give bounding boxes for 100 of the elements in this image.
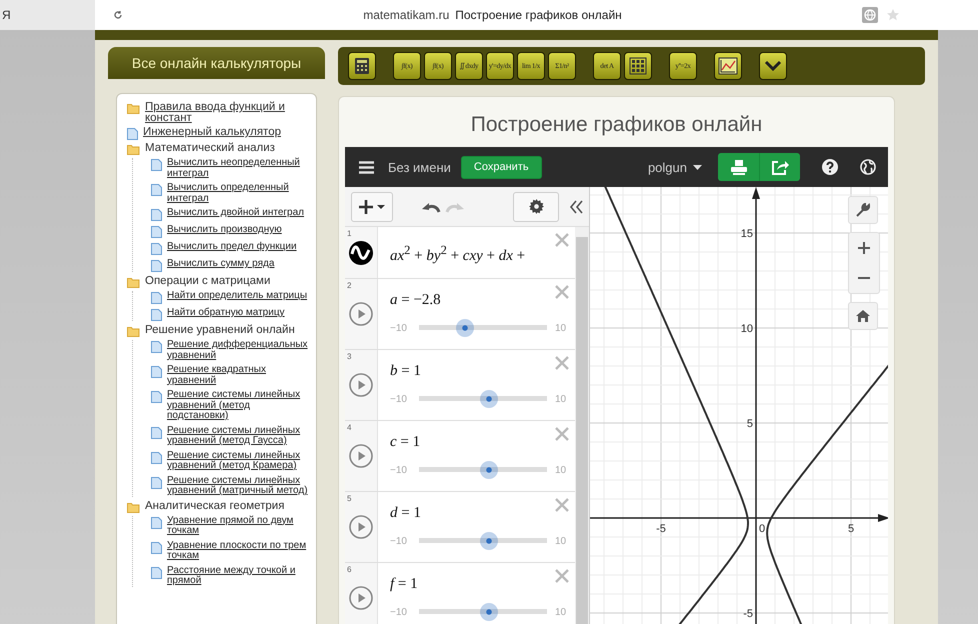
tick-label: 15 [740,228,753,240]
tick-label: 5 [746,418,753,430]
sidebar-category: Решение уравнений онлайн [145,325,295,336]
calculator-button[interactable] [348,52,376,80]
sidebar-link[interactable]: Правила ввода функций и констант [145,102,310,124]
sidebar-link[interactable]: Вычислить сумму ряда [167,259,274,270]
address-bar[interactable]: matematikam.ru Построение графиков онлайн [95,0,978,30]
save-button[interactable]: Сохранить [460,156,542,178]
expression-row[interactable]: 6 f = 1 −10 10 [345,563,575,624]
document-icon [151,243,162,255]
home-icon [856,310,870,322]
print-button[interactable] [718,153,759,181]
slider-min: −10 [390,606,407,618]
document-icon [151,452,162,464]
expression-row[interactable]: 4 c = 1 −10 10 [345,421,575,492]
slider-thumb[interactable] [480,532,498,550]
slider-max: 10 [554,536,566,546]
tick-label: -5 [656,523,666,535]
expression-number: 6 [347,565,352,574]
expression-row[interactable]: 1 ax$^{2}$ + by$^{2}$ + cxy + dx + [345,227,575,279]
document-icon [151,341,162,353]
graph-button[interactable] [714,52,742,80]
sidebar-link[interactable]: Решение системы линейных уравнений (матричный метод) [167,476,310,496]
reload-icon[interactable] [113,10,123,20]
tick-label: -5 [743,608,753,620]
share-button[interactable] [759,153,800,181]
wave-icon [349,240,373,264]
expression-row[interactable]: 2 a = −2.8 −10 10 [345,279,575,350]
home-button[interactable] [848,302,878,330]
sidebar-category: Операции с матрицами [145,276,270,287]
collapse-icon[interactable] [569,200,583,214]
slider-max: 10 [554,394,566,404]
play-icon[interactable] [349,444,373,468]
scrollbar[interactable] [575,227,589,624]
graph-name[interactable]: Без имени [388,160,451,174]
star-icon[interactable] [886,8,900,22]
slider-thumb[interactable] [480,603,498,621]
caret-icon [693,164,702,170]
add-button[interactable] [351,192,393,222]
math-expression: a = −2.8 [390,292,441,308]
sidebar-link[interactable]: Найти определитель матрицы [167,291,308,302]
help-icon[interactable] [822,159,838,175]
document-icon [151,260,162,272]
tick-label: 0 [758,523,766,535]
sidebar-link[interactable]: Решение дифференциальных уравнений [167,340,310,361]
play-icon[interactable] [349,515,373,539]
chevron-button[interactable] [759,52,787,80]
document-icon [151,159,162,171]
slider-max: 10 [554,464,566,476]
slider-max: 10 [554,322,566,334]
user-menu[interactable]: polgun [648,160,702,174]
sidebar-link[interactable]: Уравнение прямой по двум точкам [167,516,310,536]
sidebar-link[interactable]: Решение системы линейных уравнений (метод Гаусса) [167,426,310,446]
document-icon [151,391,162,403]
document-icon [151,309,162,321]
math-expression: b = 1 [390,363,421,379]
sidebar-link[interactable]: Вычислить производную [167,225,282,236]
menu-icon[interactable] [359,160,374,174]
document-icon [151,226,162,238]
folder-icon [127,502,140,512]
sidebar-link[interactable]: Вычислить предел функции [167,242,297,252]
sidebar-link[interactable]: Решение квадратных уравнений [167,365,310,386]
expression-row[interactable]: 5 d = 1 −10 10 [345,492,575,563]
wrench-button[interactable] [848,196,878,224]
slider-thumb[interactable] [480,461,498,479]
matrix-button[interactable] [624,52,652,80]
sidebar-link[interactable]: Вычислить неопределенный интеграл [167,158,310,179]
slider-thumb[interactable] [456,319,474,337]
document-icon [151,292,162,304]
folder-icon [127,103,140,114]
globe-icon[interactable] [860,159,876,175]
expression-number: 5 [347,494,352,503]
sidebar-link[interactable]: Решение системы линейных уравнений (метод подстановки) [167,390,310,422]
sidebar-link[interactable]: Вычислить двойной интеграл [167,208,304,218]
sidebar-link[interactable]: Инженерный калькулятор [143,127,281,138]
sidebar-link[interactable]: Вычислить определенный интеграл [167,183,310,204]
slider-thumb[interactable] [480,390,498,408]
document-icon [151,516,162,528]
sidebar-category: Аналитическая геометрия [145,500,284,512]
settings-button[interactable] [513,192,559,222]
sidebar-link[interactable]: Найти обратную матрицу [167,308,285,318]
plus-icon [858,242,870,254]
math-expression: f = 1 [390,576,418,592]
browser-tab[interactable]: Я [0,8,95,22]
tick-label: 10 [740,323,753,335]
expression-row[interactable]: 3 b = 1 −10 10 [345,350,575,421]
document-icon [151,566,162,578]
sidebar-link[interactable]: Уравнение плоскости по трем точкам [167,540,310,562]
sidebar-link[interactable]: Расстояние между точкой и прямой [167,566,310,586]
document-icon [151,426,162,438]
expression-number: 3 [347,352,352,361]
tick-label: 5 [848,523,854,535]
sidebar-link[interactable]: Решение системы линейных уравнений (метод Крамера) [167,450,310,472]
play-icon[interactable] [349,302,373,326]
folder-icon [127,144,140,155]
play-icon[interactable] [349,373,373,397]
undo-icon[interactable] [421,200,441,212]
folder-icon [127,277,140,288]
sidebar-header: Все онлайн калькуляторы [108,47,325,79]
play-icon[interactable] [349,586,373,610]
